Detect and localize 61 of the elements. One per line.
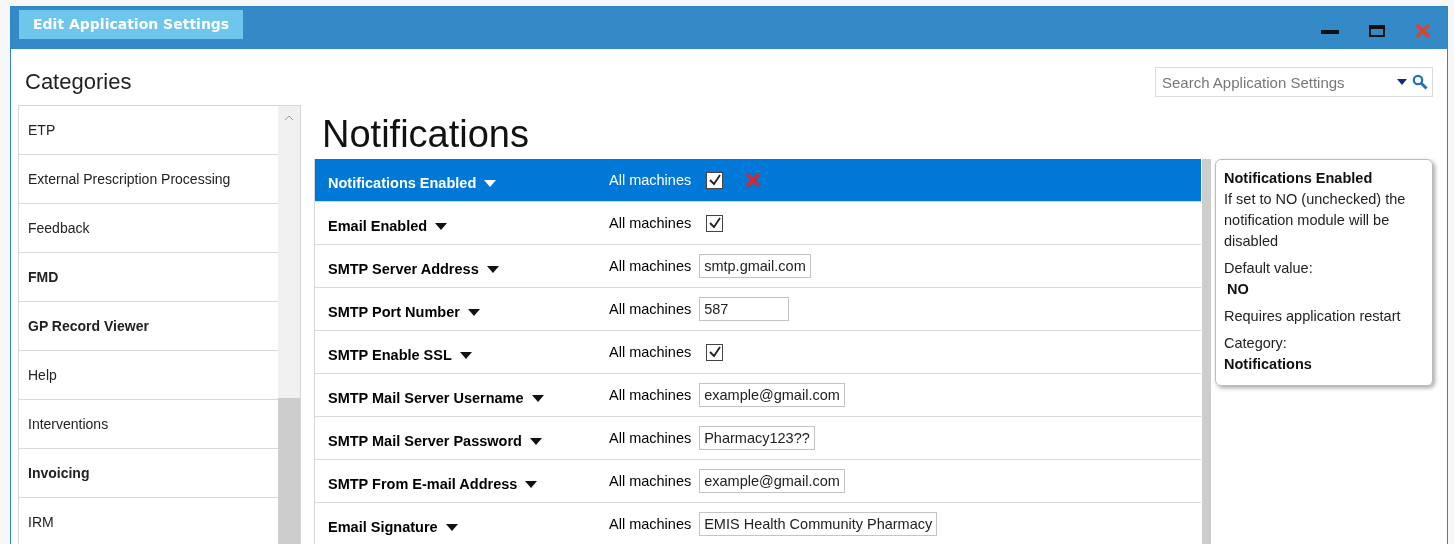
text-field[interactable]: example@gmail.com [699,469,845,493]
dropdown-icon[interactable] [525,480,538,488]
tooltip-value: NO [1226,280,1250,299]
search-field[interactable]: Search Application Settings [1155,67,1433,97]
dropdown-icon[interactable] [467,308,480,316]
settings-row[interactable]: Email Signature All machines EMIS Health Community Pharmacy [315,503,1201,544]
setting-name: SMTP Mail Server Password [328,433,522,449]
scope-label: All machines [609,344,692,360]
dropdown-icon[interactable] [529,437,542,445]
settings-row[interactable]: SMTP Port Number All machines 587 [315,288,1201,331]
window-title: Edit Application Settings [19,10,244,39]
text-field[interactable]: 587 [699,297,790,321]
setting-name: Email Enabled [328,218,428,234]
maximize-icon[interactable] [1369,24,1385,38]
scope-label: All machines [609,430,692,446]
tooltip-label: Category: [1224,334,1288,353]
scope-label: All machines [609,258,692,274]
setting-name: SMTP From E-mail Address [328,476,518,492]
tooltip-text: If set to NO (unchecked) the notification module will be disabled [1224,190,1407,251]
section-heading: Notifications [322,113,530,157]
checkbox[interactable] [706,343,724,361]
sidebar-title: Categories [25,69,133,96]
scope-label: All machines [609,387,692,403]
tooltip-text: Requires application restart [1224,307,1402,326]
tooltip-value: Notifications [1224,355,1313,374]
scrollbar-thumb[interactable] [278,398,300,544]
text-field[interactable]: EMIS Health Community Pharmacy [699,512,938,536]
search-icon[interactable] [1412,74,1428,90]
settings-row[interactable]: SMTP Enable SSL All machines [315,331,1201,374]
settings-row[interactable]: SMTP Mail Server Password All machines Pharmacy123?? [315,417,1201,460]
checkbox[interactable] [706,171,724,189]
dropdown-icon[interactable] [531,394,544,402]
dropdown-icon[interactable] [445,523,458,531]
setting-name: Email Signature [328,519,438,535]
settings-row[interactable]: Notifications Enabled All machines [315,159,1201,202]
setting-name: Notifications Enabled [328,175,477,191]
scrollbar[interactable] [1202,159,1211,544]
tooltip-label: Default value: [1224,259,1314,278]
scope-label: All machines [609,301,692,317]
scope-label: All machines [609,516,692,532]
scope-label: All machines [609,172,692,188]
checkbox[interactable] [706,214,724,232]
scope-label: All machines [609,473,692,489]
dropdown-icon[interactable] [459,351,472,359]
setting-name: SMTP Enable SSL [328,347,452,363]
dropdown-icon[interactable] [486,265,499,273]
dropdown-icon[interactable] [435,222,448,230]
text-field[interactable]: Pharmacy123?? [699,426,815,450]
tooltip-title: Notifications Enabled [1224,169,1374,188]
settings-row[interactable]: Email Enabled All machines [315,202,1201,245]
dropdown-icon[interactable] [1397,79,1407,85]
scrollbar[interactable] [278,106,300,544]
setting-name: SMTP Mail Server Username [328,390,524,406]
text-field[interactable]: example@gmail.com [699,383,845,407]
text-field[interactable]: smtp.gmail.com [699,254,811,278]
settings-row[interactable]: SMTP Mail Server Username All machines example@gmail.com [315,374,1201,417]
setting-name: SMTP Server Address [328,261,479,277]
setting-name: SMTP Port Number [328,304,460,320]
settings-row[interactable]: SMTP From E-mail Address All machines example@gmail.com [315,460,1201,503]
settings-row[interactable]: SMTP Server Address All machines smtp.gmail.com [315,245,1201,288]
scope-label: All machines [609,215,692,231]
